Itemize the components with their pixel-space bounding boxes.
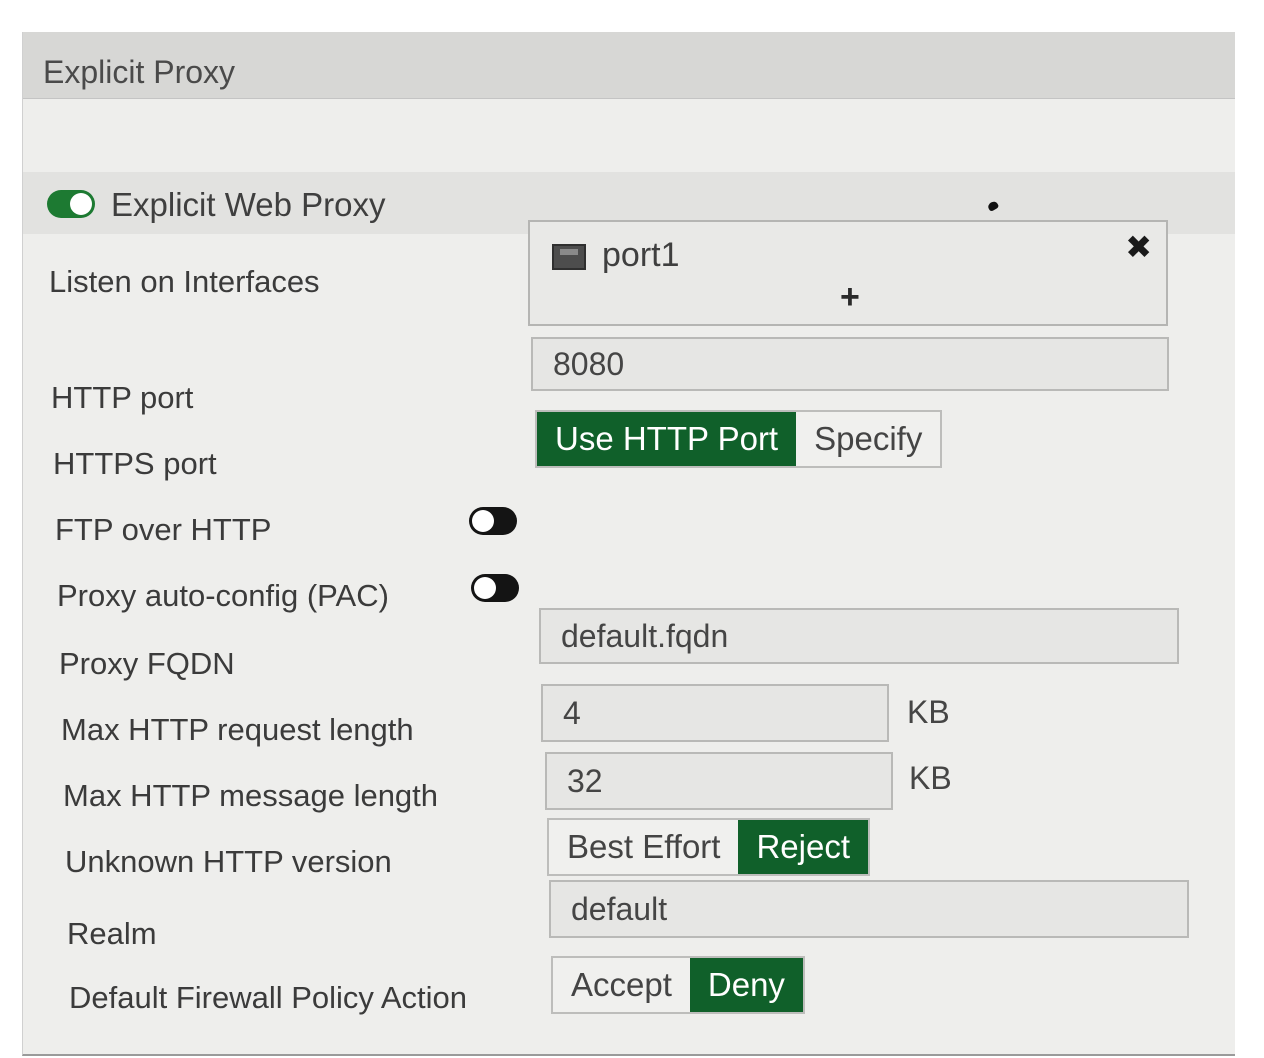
listen-on-interfaces-label: Listen on Interfaces (49, 264, 320, 299)
max-message-length-label: Max HTTP message length (63, 778, 439, 813)
panel-title: Explicit Proxy (43, 54, 236, 90)
https-port-selector: Use HTTP Port Specify (535, 410, 943, 468)
toggle-knob (70, 193, 92, 215)
remove-interface-icon[interactable]: ✖ (1125, 228, 1152, 266)
http-port-value: 8080 (553, 346, 625, 382)
explicit-web-proxy-label: Explicit Web Proxy (111, 186, 386, 223)
listen-on-interfaces-field[interactable]: port1 ✖ + (528, 220, 1168, 326)
pac-label: Proxy auto-config (PAC) (57, 578, 389, 613)
deny-option[interactable]: Deny (689, 958, 803, 1012)
proxy-fqdn-input[interactable]: default.fqdn (539, 608, 1179, 664)
max-request-length-input[interactable]: 4 (541, 684, 889, 742)
https-specify-option[interactable]: Specify (796, 412, 940, 466)
explicit-proxy-panel: Explicit Proxy Explicit Web Proxy Listen… (22, 32, 1235, 1056)
https-use-http-port-option[interactable]: Use HTTP Port (537, 412, 797, 466)
panel-header: Explicit Proxy (23, 32, 1235, 99)
realm-input[interactable]: default (549, 880, 1189, 938)
interface-chip-port1: port1 (602, 236, 680, 274)
explicit-web-proxy-toggle[interactable] (47, 190, 95, 218)
max-message-length-input[interactable]: 32 (545, 752, 893, 810)
default-policy-action-selector: Accept Deny (551, 956, 805, 1014)
http-port-input[interactable]: 8080 (531, 337, 1169, 391)
proxy-fqdn-label: Proxy FQDN (59, 646, 235, 681)
https-port-label: HTTPS port (53, 446, 217, 481)
pac-toggle[interactable] (471, 574, 519, 602)
add-interface-icon[interactable]: + (840, 278, 860, 317)
max-message-length-unit: KB (909, 760, 952, 796)
max-request-length-value: 4 (563, 695, 581, 731)
ftp-over-http-toggle[interactable] (469, 507, 517, 535)
http-port-label: HTTP port (51, 380, 194, 415)
max-request-length-label: Max HTTP request length (61, 712, 414, 747)
unknown-http-version-label: Unknown HTTP version (65, 844, 392, 879)
proxy-fqdn-value: default.fqdn (561, 618, 729, 654)
realm-label: Realm (67, 916, 157, 951)
accept-option[interactable]: Accept (553, 958, 690, 1012)
ftp-over-http-label: FTP over HTTP (55, 512, 272, 547)
best-effort-option[interactable]: Best Effort (549, 820, 738, 874)
network-port-icon (552, 244, 586, 270)
toggle-knob (474, 577, 496, 599)
max-message-length-value: 32 (567, 763, 603, 799)
default-policy-action-label: Default Firewall Policy Action (69, 980, 467, 1015)
toggle-knob (472, 510, 494, 532)
reject-option[interactable]: Reject (738, 820, 869, 874)
max-request-length-unit: KB (907, 694, 950, 730)
unknown-http-version-selector: Best Effort Reject (547, 818, 871, 876)
realm-value: default (571, 891, 668, 927)
